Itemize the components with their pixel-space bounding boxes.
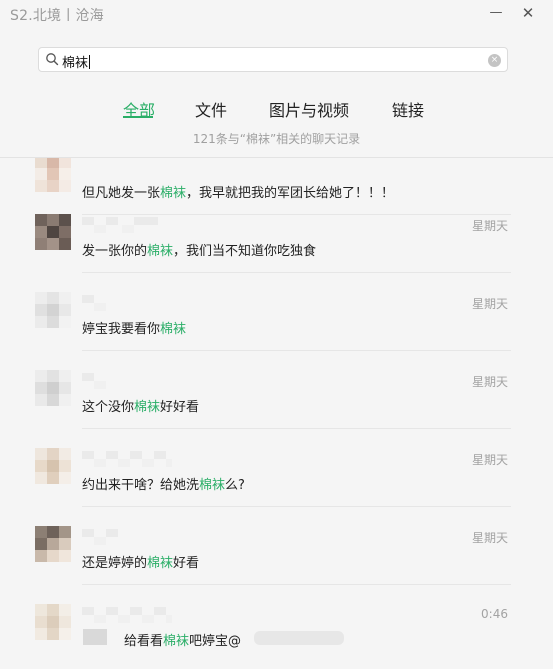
- avatar: [35, 214, 71, 250]
- sender-name-blurred: [82, 295, 172, 311]
- keyword-highlight: 棉袜: [163, 634, 190, 649]
- sender-name-blurred: [82, 529, 172, 545]
- list-item[interactable]: 0:46 给看看棉袜吧婷宝@: [0, 585, 553, 663]
- message-time: 星期天: [471, 219, 508, 233]
- tab-links[interactable]: 链接: [392, 97, 424, 121]
- keyword-highlight: 棉袜: [147, 556, 174, 571]
- avatar: [35, 158, 71, 192]
- avatar: [35, 604, 71, 640]
- search-icon: [46, 53, 59, 66]
- list-item[interactable]: 星期天 这个没你棉袜好好看: [0, 351, 553, 429]
- message-snippet: 还是婷婷的棉袜好看: [82, 556, 200, 571]
- keyword-highlight: 棉袜: [199, 478, 226, 493]
- filter-tabs: 全部 文件 图片与视频 链接: [0, 97, 553, 123]
- close-button[interactable]: ✕: [517, 2, 539, 24]
- message-time: 星期天: [471, 453, 508, 467]
- text-caret: [89, 55, 91, 69]
- message-snippet: 约出来干啥？给她洗棉袜么?: [82, 478, 245, 493]
- avatar: [35, 292, 71, 328]
- message-time: 星期天: [471, 297, 508, 311]
- search-query: 棉袜: [62, 55, 91, 71]
- tab-files[interactable]: 文件: [195, 97, 227, 121]
- message-time: 0:46: [481, 607, 508, 621]
- message-snippet: 给看看棉袜吧婷宝@: [124, 634, 242, 649]
- window-title: S2.北境丨沧海: [10, 8, 104, 24]
- sender-name-blurred: [82, 607, 172, 623]
- message-time: 星期天: [471, 375, 508, 389]
- avatar: [35, 526, 71, 562]
- avatar: [35, 448, 71, 484]
- search-input[interactable]: 棉袜 ×: [38, 47, 508, 72]
- title-bar: S2.北境丨沧海 — ✕: [0, 0, 553, 34]
- tab-images-videos[interactable]: 图片与视频: [269, 97, 349, 121]
- result-list[interactable]: 但凡她发一张棉袜，我早就把我的军团长给她了！！！ 星期天 发一张你的棉袜，我们当…: [0, 158, 553, 669]
- keyword-highlight: 棉袜: [134, 400, 161, 415]
- active-tab-indicator: [123, 116, 153, 118]
- minimize-button[interactable]: —: [485, 2, 507, 24]
- blurred-content: [83, 629, 107, 645]
- blurred-mention: [254, 631, 344, 645]
- message-snippet: 婷宝我要看你棉袜: [82, 322, 187, 337]
- result-summary: 121条与“棉袜”相关的聊天记录: [192, 132, 361, 146]
- list-item[interactable]: 星期天 还是婷婷的棉袜好看: [0, 507, 553, 585]
- keyword-highlight: 棉袜: [160, 322, 187, 337]
- message-snippet: 这个没你棉袜好好看: [82, 400, 200, 415]
- avatar: [35, 370, 71, 406]
- list-item[interactable]: 星期天 婷宝我要看你棉袜: [0, 273, 553, 351]
- clear-search-button[interactable]: ×: [488, 54, 501, 67]
- sender-name-blurred: [82, 373, 172, 389]
- list-item[interactable]: 星期天 约出来干啥？给她洗棉袜么?: [0, 429, 553, 507]
- message-time: 星期天: [471, 531, 508, 545]
- keyword-highlight: 棉袜: [147, 244, 174, 259]
- sender-name-blurred: [82, 217, 172, 233]
- list-item[interactable]: 星期天 发一张你的棉袜，我们当不知道你吃独食: [0, 195, 553, 273]
- sender-name-blurred: [82, 451, 172, 467]
- message-snippet: 发一张你的棉袜，我们当不知道你吃独食: [82, 244, 317, 259]
